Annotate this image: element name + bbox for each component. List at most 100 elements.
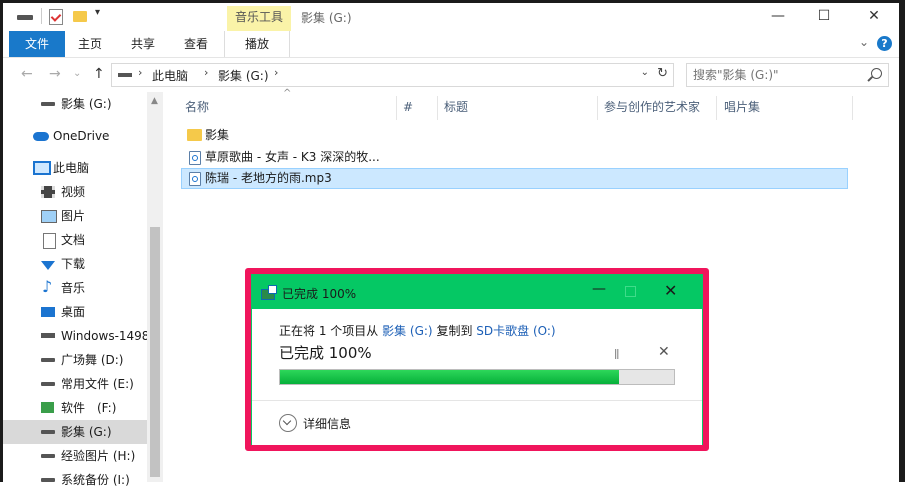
- nav-item-label: 经验图片 (H:): [61, 449, 136, 463]
- nav-item-this-pc[interactable]: 此电脑: [3, 156, 147, 180]
- nav-item-drive-e[interactable]: 常用文件 (E:): [3, 372, 147, 396]
- nav-item-music[interactable]: ♪ 音乐: [3, 276, 147, 300]
- address-bar[interactable]: › 此电脑 › 影集 (G:) › ⌄ ↻: [111, 63, 674, 87]
- nav-item-label: 影集 (G:): [61, 97, 112, 111]
- pictures-icon: [41, 210, 57, 223]
- dialog-footer: 详细信息: [252, 400, 702, 445]
- copy-description: 正在将 1 个项目从 影集 (G:) 复制到 SD卡歌盘 (O:): [279, 322, 556, 339]
- recent-locations-chevron-icon[interactable]: ⌄: [73, 68, 81, 79]
- nav-item-drive-i[interactable]: 系统备份 (I:): [3, 468, 147, 492]
- nav-item-documents[interactable]: 文档: [3, 228, 147, 252]
- window-title: 影集 (G:): [301, 11, 352, 25]
- expand-details-icon[interactable]: [279, 414, 297, 432]
- nav-item-label: 常用文件 (E:): [61, 377, 134, 391]
- address-history-chevron-icon[interactable]: ⌄: [641, 67, 649, 78]
- column-separator[interactable]: [396, 96, 397, 120]
- tab-view[interactable]: 查看: [181, 31, 211, 57]
- sort-ascending-icon: ^: [283, 88, 292, 99]
- search-icon[interactable]: [871, 68, 882, 79]
- forward-arrow-icon[interactable]: →: [49, 66, 61, 82]
- nav-item-windows-drive[interactable]: Windows-1498: [3, 324, 147, 348]
- column-separator[interactable]: [597, 96, 598, 120]
- address-row: ← → ⌄ ↑ › 此电脑 › 影集 (G:) › ⌄ ↻: [3, 60, 899, 90]
- cancel-icon[interactable]: ✕: [658, 344, 670, 360]
- nav-item-label: 下载: [61, 257, 86, 271]
- nav-item-desktop[interactable]: 桌面: [3, 300, 147, 324]
- breadcrumb-this-pc[interactable]: 此电脑: [152, 67, 188, 84]
- help-icon[interactable]: ?: [877, 36, 892, 51]
- nav-item-label: Windows-1498: [61, 329, 147, 343]
- nav-item-videos[interactable]: 视频: [3, 180, 147, 204]
- file-name: 影集: [205, 128, 230, 142]
- nav-item-onedrive[interactable]: OneDrive: [3, 124, 147, 148]
- nav-item-downloads[interactable]: 下载: [3, 252, 147, 276]
- nav-item-label: 软件 (F:): [61, 401, 117, 415]
- up-arrow-icon[interactable]: ↑: [93, 66, 105, 82]
- nav-item-drive-g-quick[interactable]: 影集 (G:): [3, 92, 147, 116]
- desktop-icon: [41, 307, 55, 317]
- drive-icon: [41, 358, 55, 362]
- drive-icon: [41, 478, 55, 482]
- column-header-artist[interactable]: 参与创作的艺术家: [604, 97, 700, 117]
- scrollbar-thumb[interactable]: [150, 227, 160, 477]
- scroll-up-icon[interactable]: ▲: [151, 96, 158, 106]
- dialog-minimize-button[interactable]: —: [588, 281, 610, 297]
- documents-icon: [43, 233, 56, 249]
- nav-item-label: 广场舞 (D:): [61, 353, 124, 367]
- dialog-close-button[interactable]: ✕: [664, 281, 677, 300]
- tab-file[interactable]: 文件: [9, 31, 65, 57]
- chevron-right-icon[interactable]: ›: [274, 66, 278, 79]
- file-row[interactable]: 草原歌曲 - 女声 - K3 深深的牧...: [181, 147, 848, 168]
- back-arrow-icon[interactable]: ←: [21, 66, 33, 82]
- column-header-name[interactable]: 名称: [185, 97, 209, 117]
- file-name: 草原歌曲 - 女声 - K3 深深的牧...: [205, 150, 380, 164]
- properties-icon[interactable]: [49, 9, 63, 25]
- navigation-scrollbar[interactable]: ▲: [147, 92, 163, 482]
- chevron-right-icon[interactable]: ›: [138, 66, 142, 79]
- search-box[interactable]: [686, 63, 889, 87]
- search-input[interactable]: [693, 66, 863, 83]
- copy-description-prefix: 正在将 1 个项目从: [279, 324, 383, 338]
- source-link[interactable]: 影集 (G:): [382, 324, 433, 338]
- pause-icon[interactable]: ǁ: [614, 347, 619, 360]
- drive-icon: [41, 430, 55, 434]
- breadcrumb-drive-g[interactable]: 影集 (G:): [218, 67, 269, 84]
- copy-description-mid: 复制到: [432, 324, 477, 338]
- tab-home[interactable]: 主页: [75, 31, 105, 57]
- folder-icon: [187, 129, 202, 141]
- column-header-track[interactable]: #: [403, 97, 413, 117]
- refresh-icon[interactable]: ↻: [657, 66, 668, 81]
- column-header-album[interactable]: 唱片集: [724, 97, 760, 117]
- downloads-icon: [41, 261, 55, 270]
- nav-item-pictures[interactable]: 图片: [3, 204, 147, 228]
- nav-item-drive-g[interactable]: 影集 (G:): [3, 420, 147, 444]
- close-button[interactable]: ✕: [851, 5, 897, 29]
- column-separator[interactable]: [852, 96, 853, 120]
- maximize-button[interactable]: ☐: [801, 5, 847, 29]
- nav-item-drive-f[interactable]: 软件 (F:): [3, 396, 147, 420]
- file-name: 陈瑞 - 老地方的雨.mp3: [205, 171, 332, 185]
- chevron-down-icon[interactable]: ⌄: [859, 35, 869, 49]
- details-toggle[interactable]: 详细信息: [303, 415, 351, 432]
- dialog-maximize-button: [625, 286, 636, 297]
- destination-link[interactable]: SD卡歌盘 (O:): [476, 324, 555, 338]
- column-header-title[interactable]: 标题: [444, 97, 468, 117]
- file-row[interactable]: 影集: [181, 125, 848, 146]
- new-folder-icon[interactable]: [73, 11, 87, 22]
- tab-play[interactable]: 播放: [224, 31, 290, 57]
- navigation-pane: 影集 (G:) OneDrive 此电脑 视频 图片 文档 下载 ♪ 音乐 桌面…: [3, 92, 147, 487]
- audio-file-icon: [189, 151, 201, 165]
- customize-toolbar-chevron-icon[interactable]: ▾: [95, 7, 100, 18]
- chevron-right-icon[interactable]: ›: [204, 66, 208, 79]
- nav-item-label: 视频: [61, 185, 86, 199]
- tab-share[interactable]: 共享: [128, 31, 158, 57]
- music-tools-context-tab: 音乐工具: [227, 6, 291, 34]
- column-separator[interactable]: [437, 96, 438, 120]
- minimize-button[interactable]: —: [755, 5, 801, 29]
- column-separator[interactable]: [716, 96, 717, 120]
- progress-bar: [279, 369, 675, 385]
- audio-file-icon: [189, 172, 201, 186]
- file-row-selected[interactable]: 陈瑞 - 老地方的雨.mp3: [181, 168, 848, 189]
- nav-item-drive-h[interactable]: 经验图片 (H:): [3, 444, 147, 468]
- nav-item-drive-d[interactable]: 广场舞 (D:): [3, 348, 147, 372]
